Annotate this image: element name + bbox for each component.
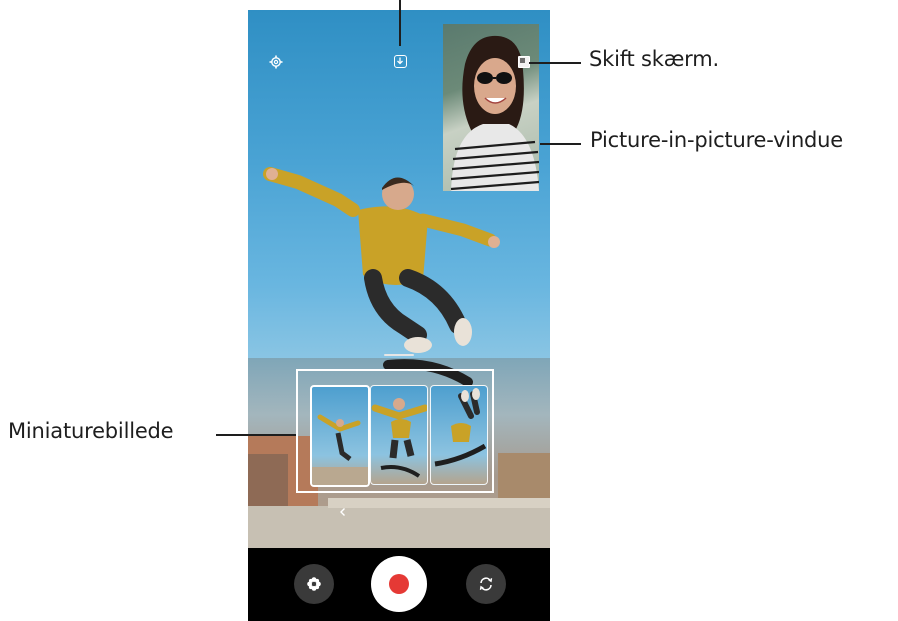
callout-line-switch-screen [529, 62, 581, 64]
pip-window[interactable] [443, 24, 539, 191]
record-button[interactable] [371, 556, 427, 612]
bottom-bar [248, 548, 550, 621]
filter-flower-icon[interactable] [294, 564, 334, 604]
callout-label-pip: Picture-in-picture-vindue [590, 128, 844, 152]
drag-handle[interactable] [384, 354, 414, 356]
gear-icon[interactable] [268, 54, 284, 70]
woman-photo [450, 35, 539, 191]
skater-photo [263, 167, 500, 387]
thumbnail-item[interactable] [370, 385, 428, 485]
callout-line-pip [540, 143, 581, 145]
download-icon[interactable] [392, 53, 408, 69]
callout-label-thumbnail: Miniaturebillede [8, 419, 174, 443]
callout-line-download [399, 0, 401, 46]
switch-camera-icon[interactable] [466, 564, 506, 604]
callout-line-thumbnail [216, 434, 296, 436]
callout-label-switch-screen: Skift skærm. [589, 47, 719, 71]
chevron-left-icon[interactable] [338, 505, 348, 521]
thumbnail-item[interactable] [430, 385, 488, 485]
record-icon [389, 574, 409, 594]
camera-screen [248, 10, 550, 621]
thumbnail-item[interactable] [310, 385, 370, 487]
thumbnail-strip [296, 369, 494, 493]
